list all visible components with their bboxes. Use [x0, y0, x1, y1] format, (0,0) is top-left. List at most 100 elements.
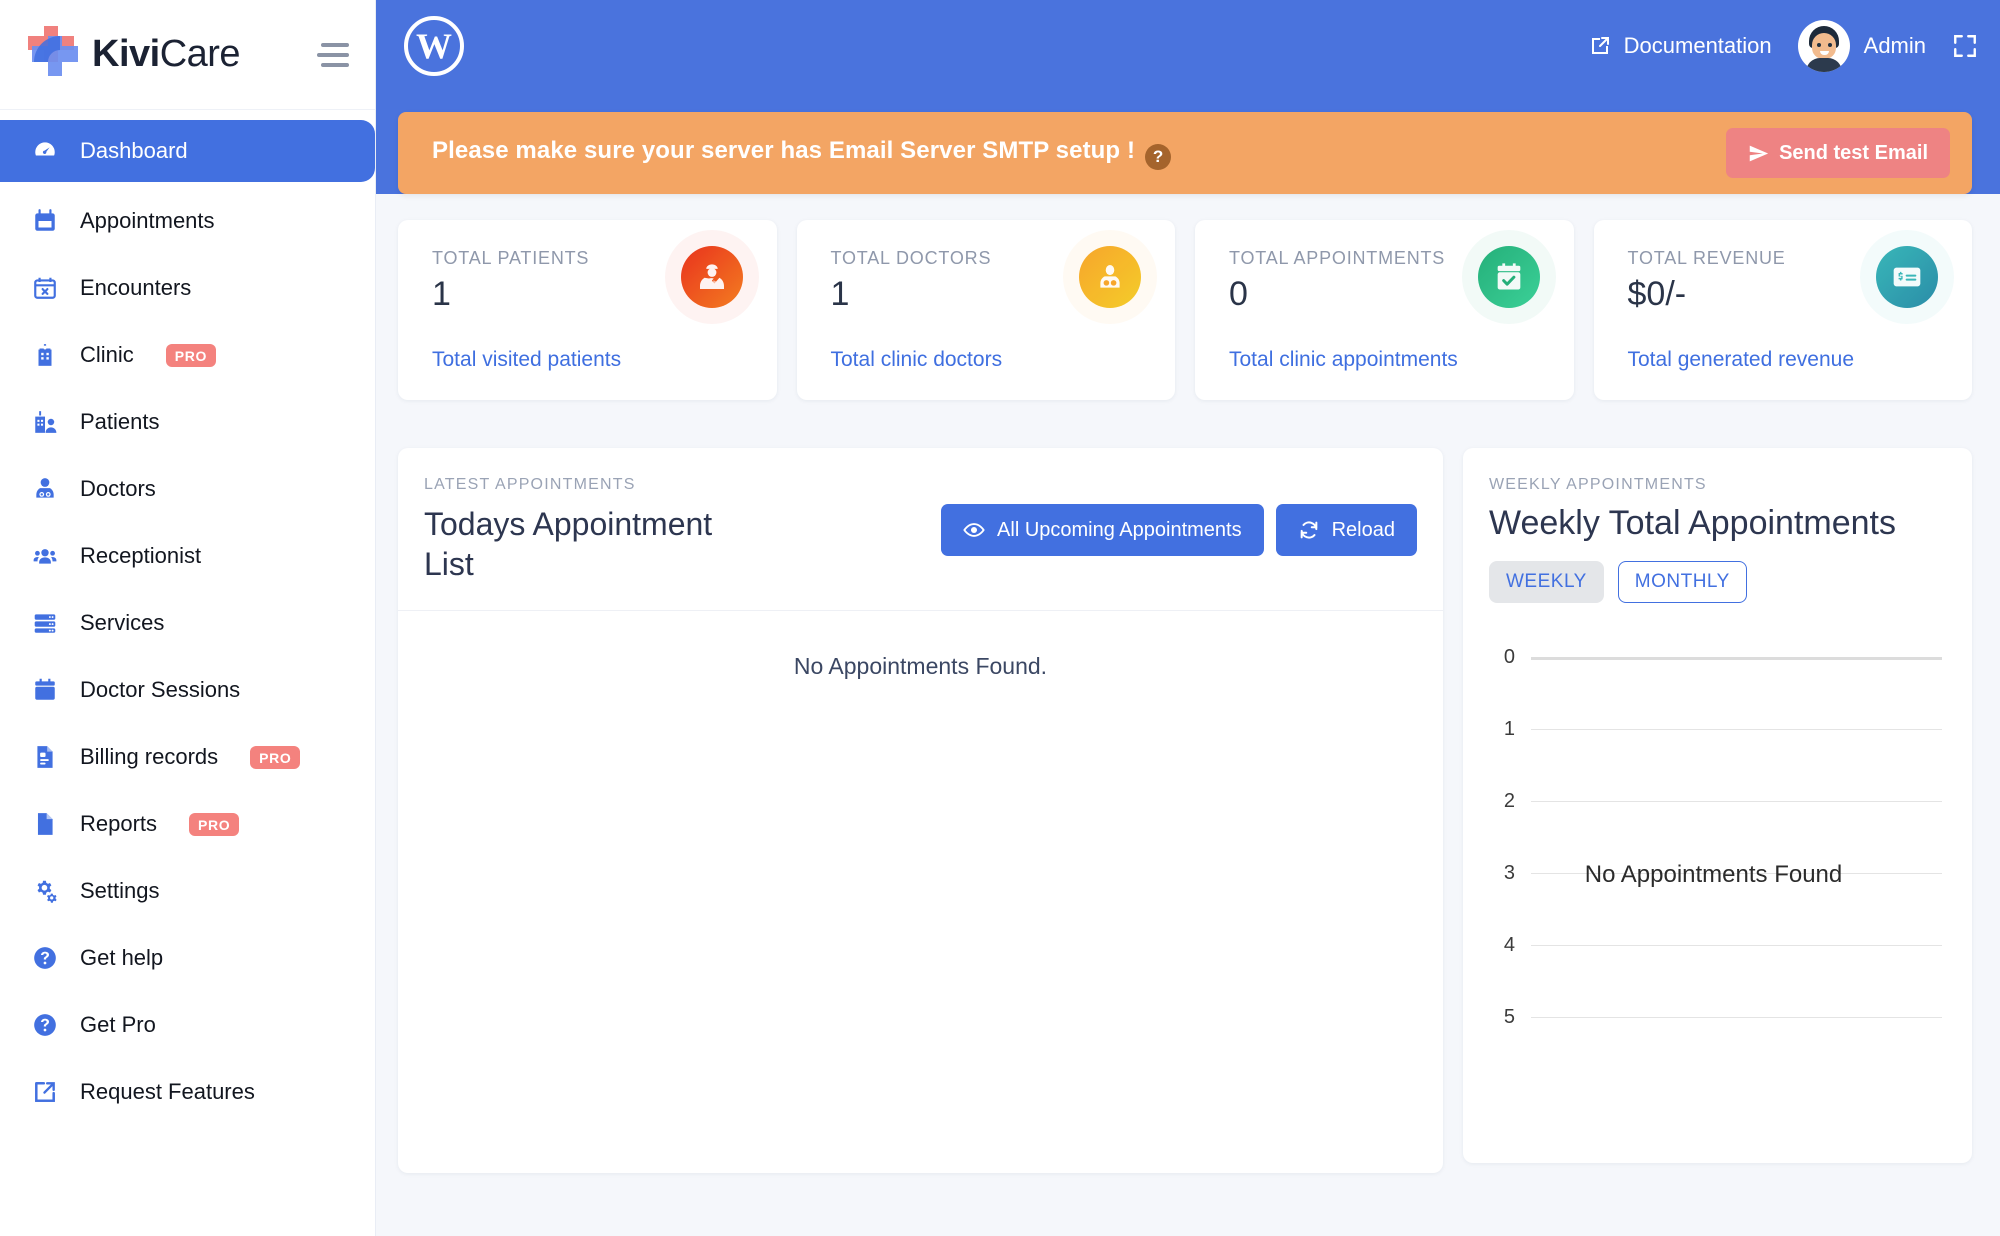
kivicare-dashboard: KiviCare Dashboard Appointments Encounters…	[0, 0, 2000, 1236]
y-axis-tick: 0	[1503, 645, 1515, 668]
all-upcoming-appointments-button[interactable]: All Upcoming Appointments	[941, 504, 1264, 556]
dashboard-icon	[30, 136, 60, 166]
paper-plane-icon	[1749, 145, 1769, 161]
todays-appointments-panel: LATEST APPOINTMENTS Todays Appointment L…	[398, 448, 1443, 1173]
hospital-user-icon	[30, 407, 60, 437]
stat-card: TOTAL DOCTORS 1 Total clinic doctors	[796, 220, 1175, 400]
stat-sublink[interactable]: Total visited patients	[432, 348, 621, 372]
user-menu[interactable]: Admin	[1797, 20, 1926, 72]
documentation-link[interactable]: Documentation	[1588, 33, 1772, 59]
file-icon	[30, 809, 60, 839]
sidebar-item-request-features[interactable]: Request Features	[0, 1064, 375, 1120]
invoice-icon	[30, 742, 60, 772]
sidebar-item-doctor-sessions[interactable]: Doctor Sessions	[0, 662, 375, 718]
toggle-weekly[interactable]: WEEKLY	[1489, 560, 1604, 603]
gridline	[1531, 800, 1942, 802]
sidebar-item-label: Doctors	[80, 476, 156, 501]
dashboard-content: TOTAL PATIENTS 1 Total visited patients TOT…	[376, 220, 2000, 1173]
sidebar-item-label: Get Pro	[80, 1012, 156, 1037]
stat-sublink[interactable]: Total generated revenue	[1628, 348, 1855, 372]
menu-toggle-icon[interactable]	[317, 42, 349, 67]
gridline	[1531, 1016, 1942, 1018]
calendar-icon	[30, 206, 60, 236]
sidebar-item-label: Request Features	[80, 1079, 255, 1104]
main-area: W Documentation Admin Please make sure y…	[376, 0, 2000, 1236]
reload-button[interactable]: Reload	[1275, 504, 1417, 556]
documentation-label: Documentation	[1623, 33, 1772, 58]
weekly-title: Weekly Total Appointments	[1489, 504, 1896, 542]
reload-label: Reload	[1331, 518, 1395, 541]
sidebar-item-doctors[interactable]: Doctors	[0, 461, 375, 517]
stat-sublink[interactable]: Total clinic doctors	[831, 348, 1003, 372]
toggle-monthly[interactable]: MONTHLY	[1617, 560, 1747, 603]
sidebar-item-clinic[interactable]: Clinic PRO	[0, 327, 375, 383]
sidebar-item-patients[interactable]: Patients	[0, 394, 375, 450]
sidebar-item-label: Clinic	[80, 342, 134, 367]
gridline	[1531, 656, 1942, 660]
sidebar-item-receptionist[interactable]: Receptionist	[0, 528, 375, 584]
sidebar-item-label: Encounters	[80, 275, 192, 300]
sidebar-item-label: Billing records	[80, 744, 219, 769]
brand-name-bold: Kivi	[92, 33, 160, 75]
stat-sublink[interactable]: Total clinic appointments	[1229, 348, 1458, 372]
sidebar-item-label: Dashboard	[80, 138, 188, 163]
calendar-solid-icon	[30, 675, 60, 705]
stat-card: TOTAL REVENUE $0/- Total generated revenue	[1593, 220, 1972, 400]
sidebar-item-appointments[interactable]: Appointments	[0, 193, 375, 249]
appointments-empty-message: No Appointments Found.	[793, 653, 1048, 679]
stat-card: TOTAL PATIENTS 1 Total visited patients	[398, 220, 777, 400]
users-icon	[30, 541, 60, 571]
brand-name: KiviCare	[92, 33, 241, 76]
sidebar-item-label: Appointments	[80, 208, 215, 233]
chart-gridline-row: 0	[1485, 646, 1942, 729]
reload-icon	[1300, 521, 1317, 539]
weekly-appointments-chart: 012345 No Appointments Found	[1485, 646, 1942, 1077]
weekly-appointments-panel: WEEKLY APPOINTMENTS Weekly Total Appoint…	[1463, 448, 1972, 1163]
calendar-check-icon	[1461, 230, 1556, 324]
pro-badge: PRO	[250, 745, 301, 769]
sidebar-item-settings[interactable]: Settings	[0, 863, 375, 919]
chart-empty-message: No Appointments Found	[1584, 860, 1843, 888]
sidebar-item-label: Settings	[80, 878, 160, 903]
sidebar-item-services[interactable]: Services	[0, 595, 375, 651]
pro-badge: PRO	[189, 812, 240, 836]
chart-gridline-row: 1	[1485, 718, 1942, 801]
stats-row: TOTAL PATIENTS 1 Total visited patients TOT…	[398, 220, 1972, 400]
send-test-email-button[interactable]: Send test Email	[1726, 128, 1950, 178]
brand-header: KiviCare	[0, 0, 375, 110]
smtp-alert: Please make sure your server has Email S…	[398, 112, 1972, 194]
send-test-email-label: Send test Email	[1779, 141, 1928, 164]
y-axis-tick: 5	[1503, 1005, 1515, 1028]
gears-icon	[30, 876, 60, 906]
weekly-panel-header: WEEKLY APPOINTMENTS Weekly Total Appoint…	[1463, 448, 1972, 603]
panels-row: LATEST APPOINTMENTS Todays Appointment L…	[398, 448, 1972, 1173]
fullscreen-icon[interactable]	[1952, 33, 1978, 59]
chart-gridline-row: 4	[1485, 934, 1942, 1017]
sidebar-item-billing-records[interactable]: Billing records PRO	[0, 729, 375, 785]
calendar-x-icon	[30, 273, 60, 303]
sidebar-item-encounters[interactable]: Encounters	[0, 260, 375, 316]
weekly-monthly-toggle-group: WEEKLY MONTHLY	[1489, 560, 1946, 603]
question-circle-icon	[30, 943, 60, 973]
top-bar: W Documentation Admin	[376, 0, 2000, 92]
gridline	[1531, 944, 1942, 946]
wordpress-glyph: W	[416, 26, 452, 66]
sidebar-item-dashboard[interactable]: Dashboard	[0, 120, 375, 182]
money-check-icon	[1860, 230, 1954, 324]
appointments-eyebrow: LATEST APPOINTMENTS	[424, 476, 636, 493]
all-upcoming-appointments-label: All Upcoming Appointments	[997, 518, 1242, 541]
gridline	[1531, 728, 1942, 730]
server-icon	[30, 608, 60, 638]
sidebar-item-get-pro[interactable]: Get Pro	[0, 997, 375, 1053]
sidebar-item-label: Reports	[80, 811, 158, 836]
sidebar-item-get-help[interactable]: Get help	[0, 930, 375, 986]
top-bar-right: Documentation Admin	[1588, 20, 1978, 72]
sidebar-item-label: Get help	[80, 945, 164, 970]
hospital-icon	[30, 340, 60, 370]
wordpress-icon[interactable]: W	[404, 16, 464, 76]
stat-card: TOTAL APPOINTMENTS 0 Total clinic appointm…	[1195, 220, 1574, 400]
sidebar-item-reports[interactable]: Reports PRO	[0, 796, 375, 852]
kivicare-logo-icon	[14, 24, 80, 86]
sidebar: KiviCare Dashboard Appointments Encounters…	[0, 0, 376, 1236]
help-icon[interactable]: ?	[1145, 143, 1172, 170]
